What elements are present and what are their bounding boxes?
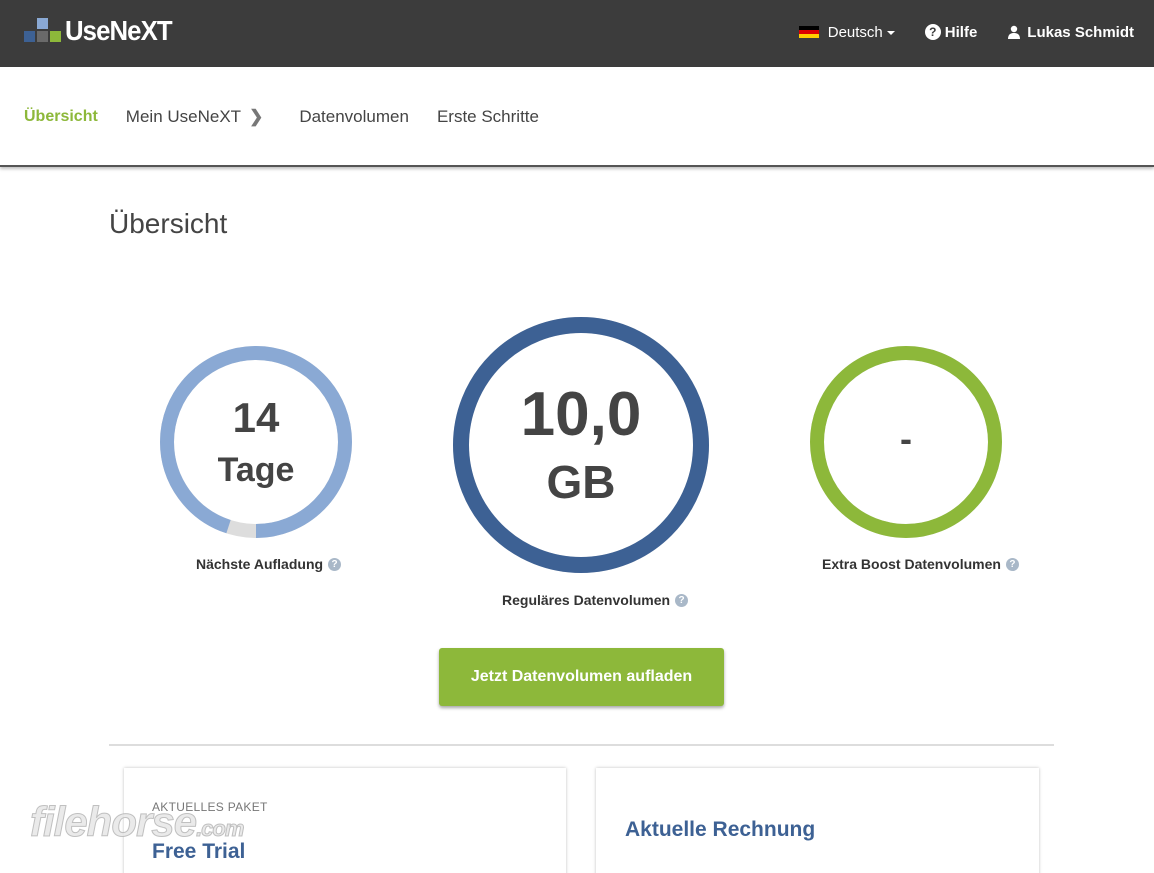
info-icon[interactable]: ? [1005,557,1019,571]
user-icon [1007,25,1021,39]
divider [109,744,1054,746]
question-circle-icon: ? [924,24,941,40]
caret-down-icon [886,31,895,35]
logo-mark-icon [24,18,61,44]
user-name: Lukas Schmidt [1027,23,1134,41]
gauge-value: 10,0 [520,380,642,449]
gauge-regular-volume: 10,0 GB [453,317,709,573]
gauge-label-text: Reguläres Datenvolumen [502,592,671,608]
user-menu[interactable]: Lukas Schmidt [1007,24,1134,41]
tab-mein-usenext-label: Mein UseNeXT [125,107,242,126]
gauge-next-recharge: 14 Tage [160,346,352,538]
current-invoice-card: Aktuelle Rechnung [596,768,1039,873]
logo[interactable]: UseNeXT [24,15,181,47]
tab-uebersicht[interactable]: Übersicht [24,108,98,126]
gauge-label-extra-boost: Extra Boost Datenvolumen ? [822,556,1019,572]
tab-datenvolumen[interactable]: Datenvolumen [299,107,409,127]
gauge-label-next-recharge: Nächste Aufladung ? [196,556,342,572]
watermark-logo: filehorse.com [29,798,245,846]
gauge-ring [160,346,352,538]
gauge-label-regular-volume: Reguläres Datenvolumen ? [502,592,689,608]
language-selector[interactable]: Deutsch [798,23,895,41]
help-label: Hilfe [944,23,978,41]
gauge-unit: Tage [217,451,295,489]
watermark-suffix: .com [196,816,245,842]
info-icon[interactable]: ? [328,557,342,571]
gauge-value: - [900,418,912,459]
page-title: Übersicht [109,208,228,239]
gauge-label-text: Extra Boost Datenvolumen [822,556,1001,572]
card-title: Aktuelle Rechnung [625,818,816,841]
language-label: Deutsch [827,23,883,41]
gauge-extra-boost: - [810,346,1002,538]
gauge-unit: GB [546,456,616,508]
chevron-right-icon: ❯ [249,107,264,126]
info-icon[interactable]: ? [675,593,689,607]
tab-erste-schritte[interactable]: Erste Schritte [437,107,539,127]
tab-mein-usenext[interactable]: Mein UseNeXT ❯ [126,107,264,127]
logo-text: UseNeXT [65,15,173,46]
gauge-label-text: Nächste Aufladung [196,556,324,572]
german-flag-icon [798,25,819,39]
gauge-value: 14 [232,394,280,441]
watermark-text: filehorse [29,798,197,846]
top-bar: UseNeXT Deutsch ? Hilfe Lukas Schmidt [0,0,1154,67]
help-link[interactable]: ? Hilfe [924,23,978,41]
sub-navigation: Übersicht Mein UseNeXT ❯ Datenvolumen Ers… [0,67,1154,167]
recharge-volume-button[interactable]: Jetzt Datenvolumen aufladen [439,648,724,706]
